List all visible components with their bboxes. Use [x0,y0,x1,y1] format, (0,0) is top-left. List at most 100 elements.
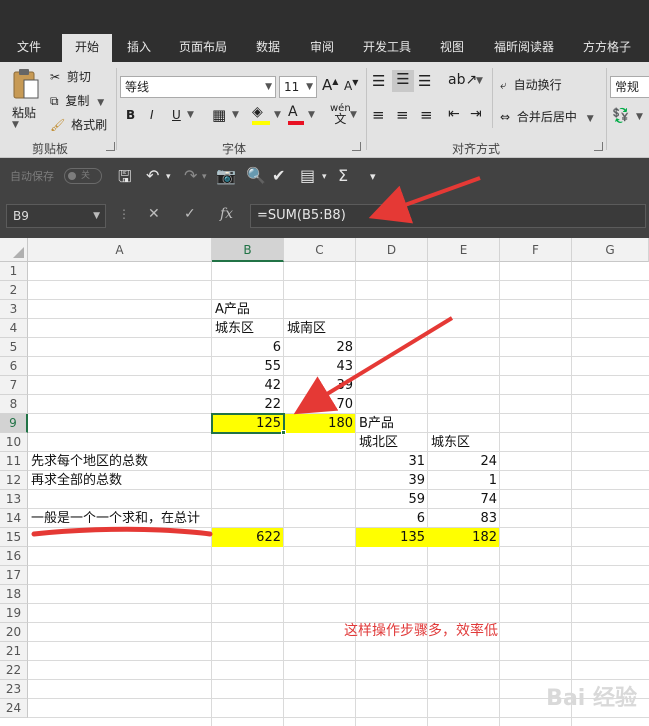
spell-check-icon[interactable]: ✔ [272,166,285,185]
wrap-text-button[interactable]: ⤶ 自动换行 [500,76,562,93]
cell-b7[interactable]: 42 [212,376,284,395]
fill-handle[interactable] [281,430,286,435]
col-header-e[interactable]: E [428,238,500,262]
align-right-icon[interactable]: ≡ [420,106,433,124]
copy-dropdown-icon[interactable]: ▼ [97,98,104,108]
orientation-dropdown-icon[interactable]: ▼ [476,76,483,86]
row-header[interactable]: 19 [0,604,28,623]
row-header[interactable]: 21 [0,642,28,661]
borders-icon[interactable]: ▦ [212,106,226,124]
more-icon[interactable]: ⋮ [118,207,130,221]
undo-icon[interactable]: ↶ [146,166,159,185]
cell-d10[interactable]: 城北区 [356,433,401,452]
tab-home[interactable]: 开始 [62,34,112,62]
cell-a11[interactable]: 先求每个地区的总数 [28,452,151,471]
row-header[interactable]: 7 [0,376,28,395]
number-format-select[interactable]: 常规 [610,76,649,98]
cell-c9[interactable]: 180 [284,414,356,433]
cell-d15[interactable]: 135 [356,528,428,547]
font-name-select[interactable]: 等线 ▼ [120,76,276,98]
redo-icon[interactable]: ↷ [184,166,197,185]
row-header[interactable]: 20 [0,623,28,642]
cut-button[interactable]: ✂ 剪切 [50,68,91,85]
row-header[interactable]: 18 [0,585,28,604]
row-header[interactable]: 3 [0,300,28,319]
cell-b8[interactable]: 22 [212,395,284,414]
cell-b6[interactable]: 55 [212,357,284,376]
clipboard-launcher-icon[interactable] [106,142,115,151]
cancel-icon[interactable]: ✕ [148,206,160,222]
paste-button[interactable] [10,66,42,104]
align-bottom-icon[interactable]: ☰ [418,72,431,90]
cell-b4[interactable]: 城东区 [212,319,257,338]
decrease-font-icon[interactable]: A▼ [344,78,358,93]
alignment-launcher-icon[interactable] [594,142,603,151]
tab-review[interactable]: 审阅 [302,36,342,62]
cell-e11[interactable]: 24 [428,452,500,471]
font-color-dropdown-icon[interactable]: ▼ [308,110,315,120]
row-header[interactable]: 12 [0,471,28,490]
cell-c7[interactable]: 39 [284,376,356,395]
font-size-select[interactable]: 11 ▼ [279,76,317,98]
cell-a14[interactable]: 一般是一个一个求和，在总计 [28,509,203,528]
align-center-icon[interactable]: ≡ [396,106,409,124]
row-header[interactable]: 8 [0,395,28,414]
cell-d12[interactable]: 39 [356,471,428,490]
form-dropdown-icon[interactable]: ▾ [322,172,327,182]
merge-center-button[interactable]: ⇔ 合并后居中 ▼ [500,108,594,125]
row-header[interactable]: 6 [0,357,28,376]
save-icon[interactable]: 🖫 [118,166,132,193]
copy-button[interactable]: ⧉ 复制 ▼ [50,92,104,109]
phonetic-button[interactable]: wén 文 [330,104,351,126]
print-preview-icon[interactable]: 🔍 [246,166,266,185]
cell-c5[interactable]: 28 [284,338,356,357]
col-header-c[interactable]: C [284,238,356,262]
select-all-corner[interactable] [0,238,28,262]
fill-dropdown-icon[interactable]: ▼ [274,110,281,120]
form-icon[interactable]: ▤ [300,166,315,185]
bold-button[interactable]: B [126,108,135,122]
customize-qat-icon[interactable]: ▾ [370,170,376,183]
col-header-g[interactable]: G [572,238,649,262]
tab-file[interactable]: 文件 [4,36,54,62]
format-painter-button[interactable]: 🖌 格式刷 [50,116,107,133]
row-header[interactable]: 4 [0,319,28,338]
tab-fangfang-gezi[interactable]: 方方格子 [574,36,640,62]
decrease-indent-icon[interactable]: ⇤ [448,106,460,122]
row-header[interactable]: 2 [0,281,28,300]
cell-b3[interactable]: A产品 [212,300,253,319]
tab-page-layout[interactable]: 页面布局 [172,36,234,62]
row-header[interactable]: 22 [0,661,28,680]
align-top-icon[interactable]: ☰ [372,72,385,90]
fill-color-button[interactable]: ◈ [252,104,272,126]
underline-dropdown-icon[interactable]: ▼ [187,110,194,120]
row-header[interactable]: 17 [0,566,28,585]
merge-dropdown-icon[interactable]: ▼ [587,114,594,124]
paste-dropdown-icon[interactable]: ▼ [12,120,19,130]
row-header[interactable]: 1 [0,262,28,281]
tab-data[interactable]: 数据 [248,36,288,62]
tab-foxit-reader[interactable]: 福昕阅读器 [486,36,562,62]
cell-d9[interactable]: B产品 [356,414,397,433]
row-header[interactable]: 9 [0,414,28,433]
col-header-d[interactable]: D [356,238,428,262]
cell-d11[interactable]: 31 [356,452,428,471]
borders-dropdown-icon[interactable]: ▼ [232,110,239,120]
row-header[interactable]: 5 [0,338,28,357]
col-header-a[interactable]: A [28,238,212,262]
increase-font-icon[interactable]: A▲ [322,76,338,94]
cell-c8[interactable]: 70 [284,395,356,414]
increase-indent-icon[interactable]: ⇥ [470,106,482,122]
orientation-icon[interactable]: ab↗ [448,72,477,88]
row-header[interactable]: 13 [0,490,28,509]
font-launcher-icon[interactable] [352,142,361,151]
col-header-f[interactable]: F [500,238,572,262]
currency-dropdown-icon[interactable]: ▼ [636,112,643,122]
cell-c6[interactable]: 43 [284,357,356,376]
row-header[interactable]: 14 [0,509,28,528]
col-header-b[interactable]: B [212,238,284,262]
tab-insert[interactable]: 插入 [116,36,162,62]
cell-e10[interactable]: 城东区 [428,433,473,452]
tab-view[interactable]: 视图 [432,36,472,62]
cell-c4[interactable]: 城南区 [284,319,329,338]
